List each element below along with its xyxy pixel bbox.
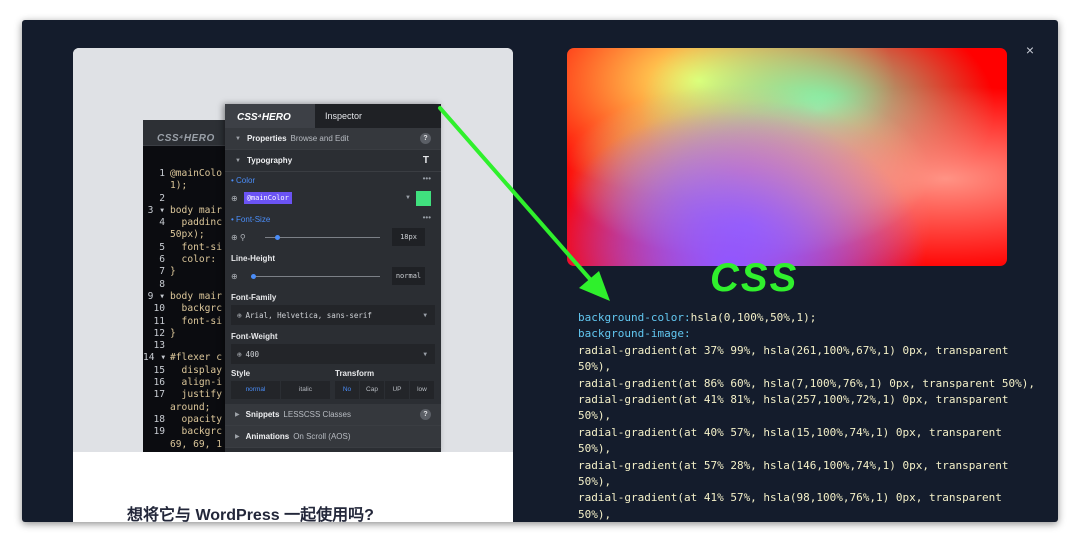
annotation-arrow-icon [438, 106, 610, 301]
lightbox-window: × CSS⁴HERO 1 @mainColo 1); 2 3 ▾ body mair 4 p… [22, 20, 1058, 522]
